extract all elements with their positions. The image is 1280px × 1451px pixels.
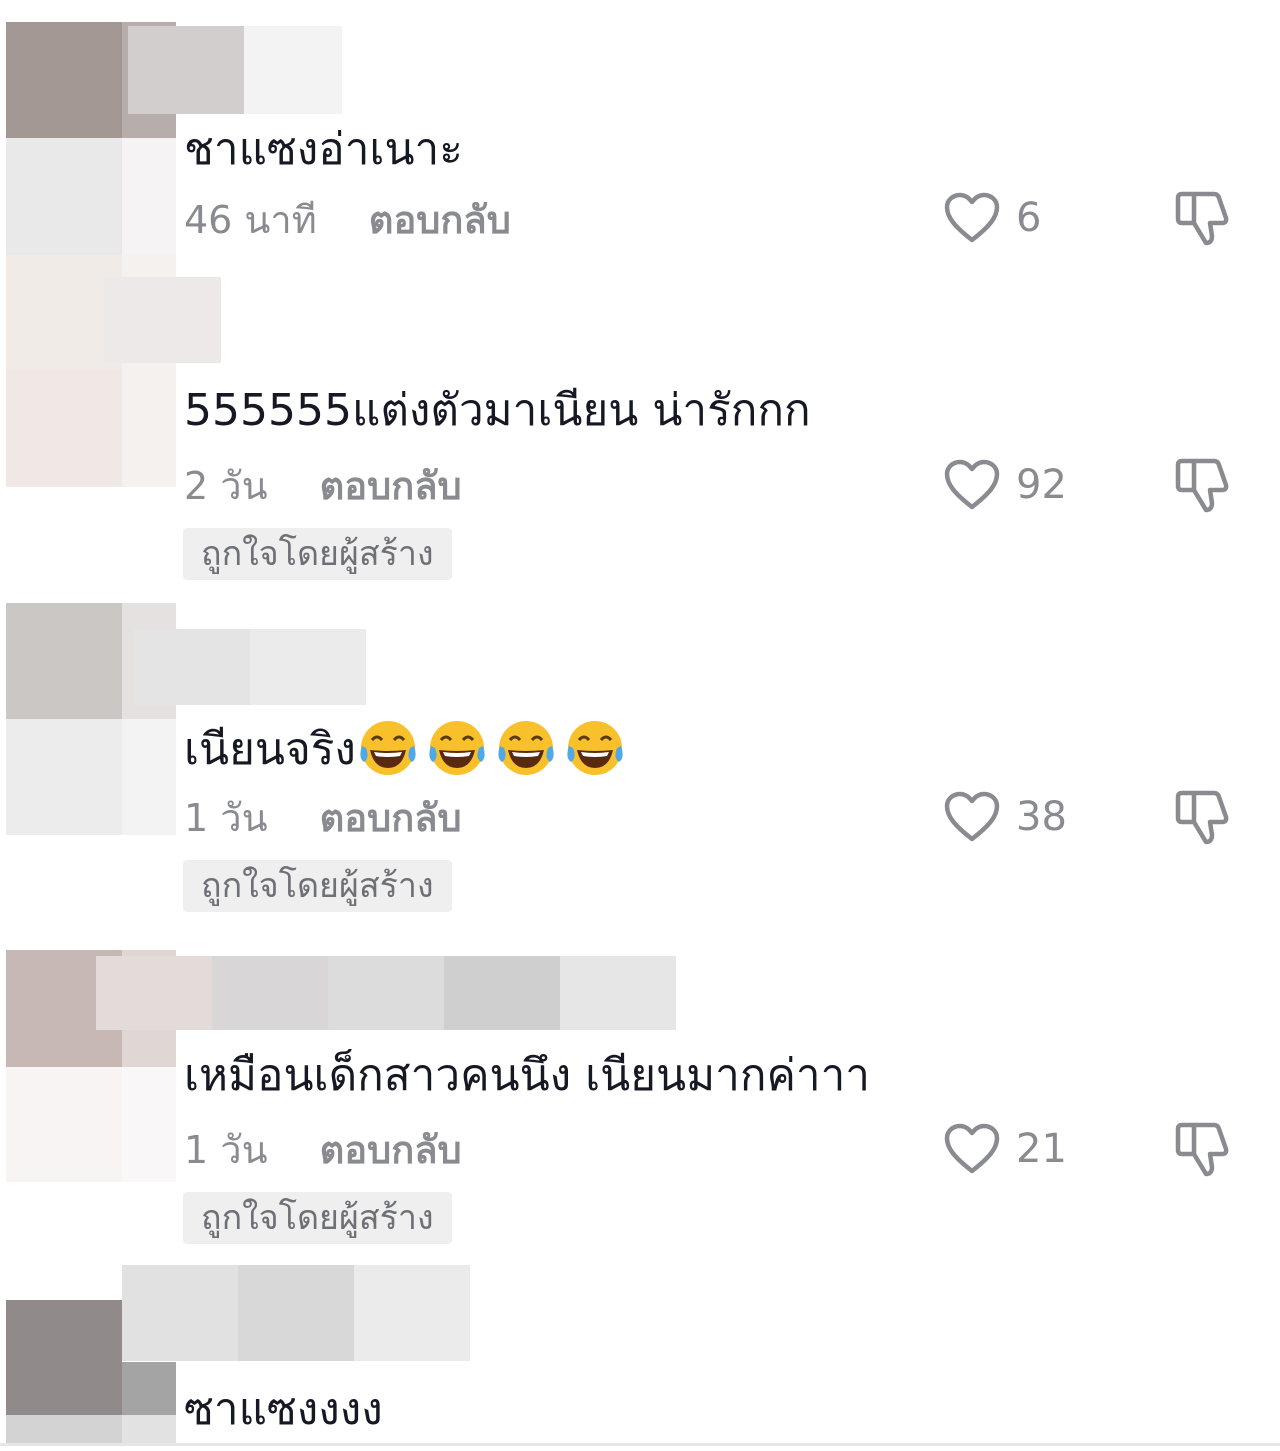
liked-by-creator-badge: ถูกใจโดยผู้สร้าง: [183, 528, 452, 580]
comment-time: 1 วัน: [184, 1128, 268, 1172]
heart-outline-icon: [944, 791, 1000, 842]
heart-outline-icon: [944, 1123, 1000, 1174]
like-button[interactable]: 92: [944, 457, 1067, 513]
reply-button[interactable]: ตอบกลับ: [320, 1126, 462, 1174]
face-with-tears-of-joy-emoji: [360, 721, 416, 775]
comment-text: ชาแซงอ่าเนาะ: [184, 124, 463, 175]
like-count: 38: [1016, 794, 1067, 840]
comment-time: 46 นาที: [184, 198, 317, 242]
face-with-tears-of-joy-emoji: [429, 721, 485, 775]
like-button[interactable]: 6: [944, 190, 1041, 246]
comment-time: 1 วัน: [184, 796, 268, 840]
like-button[interactable]: 21: [944, 1121, 1067, 1177]
liked-by-creator-badge: ถูกใจโดยผู้สร้าง: [183, 1192, 452, 1244]
comment-meta: 1 วัน ตอบกลับ: [184, 794, 462, 842]
reply-button[interactable]: ตอบกลับ: [320, 462, 462, 510]
bottom-divider: [0, 1443, 1280, 1446]
thumbs-down-icon[interactable]: [1172, 787, 1232, 847]
heart-outline-icon: [944, 459, 1000, 510]
comment-time: 2 วัน: [184, 464, 268, 508]
liked-by-creator-badge: ถูกใจโดยผู้สร้าง: [183, 860, 452, 912]
comment-text: เนียนจริง: [184, 718, 632, 778]
thumbs-down-icon[interactable]: [1172, 188, 1232, 248]
heart-outline-icon: [944, 192, 1000, 243]
comment-text-body: เนียนจริง: [184, 724, 356, 775]
comment-meta: 46 นาที ตอบกลับ: [184, 196, 511, 244]
comment-text: 555555แต่งตัวมาเนียน น่ารักกก: [184, 385, 811, 436]
like-count: 92: [1016, 462, 1067, 508]
face-with-tears-of-joy-emoji: [567, 721, 623, 775]
comment-text: ซาแซงงงง: [184, 1384, 383, 1435]
comment-text: เหมือนเด็กสาวคนนึง เนียนมากค่าาา: [184, 1050, 871, 1101]
comment-meta: 2 วัน ตอบกลับ: [184, 462, 462, 510]
thumbs-down-icon[interactable]: [1172, 455, 1232, 515]
thumbs-down-icon[interactable]: [1172, 1119, 1232, 1179]
reply-button[interactable]: ตอบกลับ: [369, 196, 511, 244]
like-count: 21: [1016, 1126, 1067, 1172]
face-with-tears-of-joy-emoji: [498, 721, 554, 775]
reply-button[interactable]: ตอบกลับ: [320, 794, 462, 842]
like-button[interactable]: 38: [944, 789, 1067, 845]
like-count: 6: [1016, 195, 1042, 241]
comment-meta: 1 วัน ตอบกลับ: [184, 1126, 462, 1174]
